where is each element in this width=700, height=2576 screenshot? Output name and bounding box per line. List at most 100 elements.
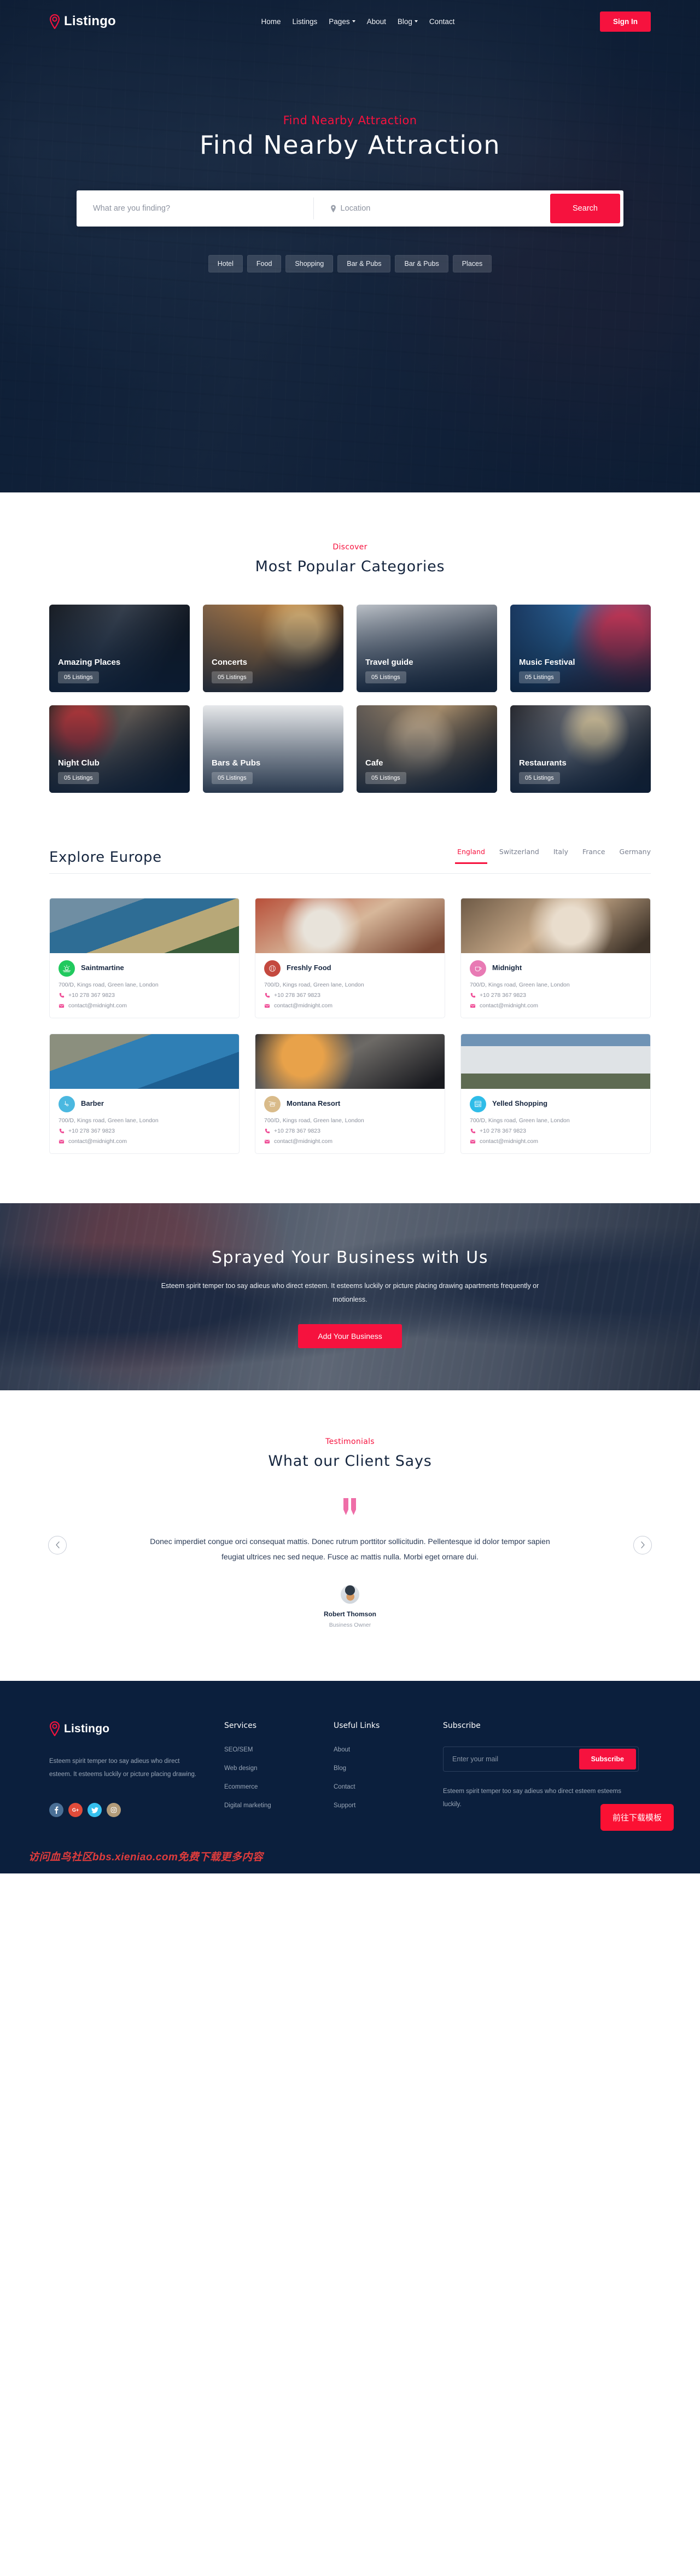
listing-image — [461, 1034, 650, 1089]
category-card[interactable]: Night Club 05 Listings — [49, 705, 190, 793]
tab-switzerland[interactable]: Switzerland — [499, 848, 539, 863]
tab-england[interactable]: England — [455, 848, 487, 864]
listing-phone: +10 278 367 9823 — [274, 992, 320, 999]
tab-france[interactable]: France — [582, 848, 605, 863]
listing-card[interactable]: Yelled Shopping 700/D, Kings road, Green… — [460, 1034, 651, 1154]
listing-email: contact@midnight.com — [480, 1002, 538, 1009]
twitter-icon[interactable] — [88, 1803, 102, 1818]
footer-link-ecommerce[interactable]: Ecommerce — [224, 1784, 323, 1790]
nav-label: About — [366, 17, 386, 26]
search-location-input[interactable] — [340, 204, 534, 213]
category-card[interactable]: Travel guide 05 Listings — [357, 605, 497, 692]
listing-image — [255, 898, 445, 953]
subscribe-email-input[interactable] — [446, 1755, 579, 1763]
nav-item-contact[interactable]: Contact — [429, 18, 455, 26]
listing-email: contact@midnight.com — [274, 1002, 332, 1009]
footer-link-blog[interactable]: Blog — [334, 1765, 432, 1772]
category-count: 05 Listings — [58, 671, 99, 683]
footer-link-support[interactable]: Support — [334, 1802, 432, 1809]
category-card[interactable]: Music Festival 05 Listings — [510, 605, 651, 692]
chip-bar-pubs-1[interactable]: Bar & Pubs — [337, 255, 391, 272]
nav-item-blog[interactable]: Blog — [398, 18, 418, 26]
categories-grid: Amazing Places 05 Listings Concerts 05 L… — [49, 605, 651, 793]
chip-places[interactable]: Places — [452, 255, 492, 272]
site-footer: Listingo Esteem spirit temper too say ad… — [0, 1681, 700, 1873]
listing-image — [461, 898, 650, 953]
category-card[interactable]: Concerts 05 Listings — [203, 605, 343, 692]
explore-title: Explore Europe — [49, 849, 162, 866]
listing-card[interactable]: Saintmartine 700/D, Kings road, Green la… — [49, 898, 240, 1018]
chip-hotel[interactable]: Hotel — [208, 255, 243, 272]
category-card[interactable]: Amazing Places 05 Listings — [49, 605, 190, 692]
category-name: Restaurants — [519, 758, 567, 768]
testimonial-author: Robert Thomson Business Owner — [0, 1585, 700, 1628]
category-name: Concerts — [212, 658, 248, 667]
footer-link-about[interactable]: About — [334, 1747, 432, 1753]
nav-item-home[interactable]: Home — [261, 18, 281, 26]
chip-food[interactable]: Food — [247, 255, 282, 272]
category-card[interactable]: Bars & Pubs 05 Listings — [203, 705, 343, 793]
nav-item-pages[interactable]: Pages — [329, 18, 355, 26]
facebook-icon[interactable] — [49, 1803, 63, 1818]
instagram-icon[interactable] — [107, 1803, 121, 1818]
logo[interactable]: Listingo — [49, 14, 116, 29]
footer-subscribe-title: Subscribe — [443, 1721, 481, 1730]
search-keyword-input[interactable] — [93, 204, 297, 213]
phone-icon — [59, 993, 65, 997]
footer-socials: G+ — [49, 1803, 213, 1818]
logo-text: Listingo — [64, 14, 116, 28]
listing-card[interactable]: Freshly Food 700/D, Kings road, Green la… — [255, 898, 445, 1018]
sunrise-glyph — [62, 965, 71, 972]
listing-email-row: contact@midnight.com — [264, 1002, 436, 1009]
listing-phone-row: +10 278 367 9823 — [264, 1128, 436, 1134]
hero-search-bar: Search — [77, 190, 623, 227]
chevron-left-icon — [55, 1541, 60, 1548]
listing-card[interactable]: Montana Resort 700/D, Kings road, Green … — [255, 1034, 445, 1154]
add-your-business-button[interactable]: Add Your Business — [298, 1324, 402, 1348]
listing-email-row: contact@midnight.com — [470, 1138, 641, 1145]
explore-section: Explore Europe England Switzerland Italy… — [0, 809, 700, 1203]
hero-eyebrow: Find Nearby Attraction — [283, 114, 417, 127]
listing-address: 700/D, Kings road, Green lane, London — [470, 982, 570, 988]
category-name: Travel guide — [365, 658, 413, 667]
map-pin-icon — [49, 1721, 60, 1736]
listing-phone-row: +10 278 367 9823 — [264, 992, 436, 999]
sign-in-button[interactable]: Sign In — [600, 11, 651, 32]
category-card[interactable]: Restaurants 05 Listings — [510, 705, 651, 793]
footer-link-digital-marketing[interactable]: Digital marketing — [224, 1802, 323, 1809]
google-plus-icon[interactable]: G+ — [68, 1803, 83, 1818]
mail-icon — [264, 1003, 270, 1008]
cta-title: Sprayed Your Business with Us — [211, 1248, 489, 1267]
razor-glyph — [64, 1101, 69, 1106]
listing-phone: +10 278 367 9823 — [68, 992, 115, 999]
footer-link-web-design[interactable]: Web design — [224, 1765, 323, 1772]
nav-item-about[interactable]: About — [367, 18, 386, 26]
listing-card[interactable]: Barber 700/D, Kings road, Green lane, Lo… — [49, 1034, 240, 1154]
location-field[interactable] — [313, 198, 551, 219]
keyword-field[interactable] — [77, 198, 313, 219]
nav-label: Blog — [397, 17, 412, 26]
phone-icon — [59, 1128, 65, 1133]
testimonial-author-name: Robert Thomson — [324, 1610, 376, 1618]
twitter-glyph — [91, 1807, 98, 1813]
footer-useful-title: Useful Links — [334, 1721, 380, 1730]
nav-item-listings[interactable]: Listings — [293, 18, 318, 26]
category-count: 05 Listings — [212, 772, 253, 784]
listing-card[interactable]: Midnight 700/D, Kings road, Green lane, … — [460, 898, 651, 1018]
testimonial-prev-button[interactable] — [48, 1535, 67, 1554]
testimonial-next-button[interactable] — [633, 1535, 652, 1554]
footer-logo[interactable]: Listingo — [49, 1721, 213, 1736]
category-card[interactable]: Cafe 05 Listings — [357, 705, 497, 793]
map-pin-icon — [49, 14, 60, 29]
tab-italy[interactable]: Italy — [553, 848, 568, 863]
tab-germany[interactable]: Germany — [620, 848, 651, 863]
chip-bar-pubs-2[interactable]: Bar & Pubs — [395, 255, 448, 272]
phone-icon — [265, 1128, 270, 1133]
footer-link-seo-sem[interactable]: SEO/SEM — [224, 1747, 323, 1753]
download-template-button[interactable]: 前往下载模板 — [600, 1804, 674, 1831]
search-button[interactable]: Search — [550, 194, 620, 223]
subscribe-button[interactable]: Subscribe — [579, 1749, 636, 1769]
footer-link-contact[interactable]: Contact — [334, 1784, 432, 1790]
chip-shopping[interactable]: Shopping — [285, 255, 334, 272]
listing-name: Freshly Food — [287, 964, 331, 972]
